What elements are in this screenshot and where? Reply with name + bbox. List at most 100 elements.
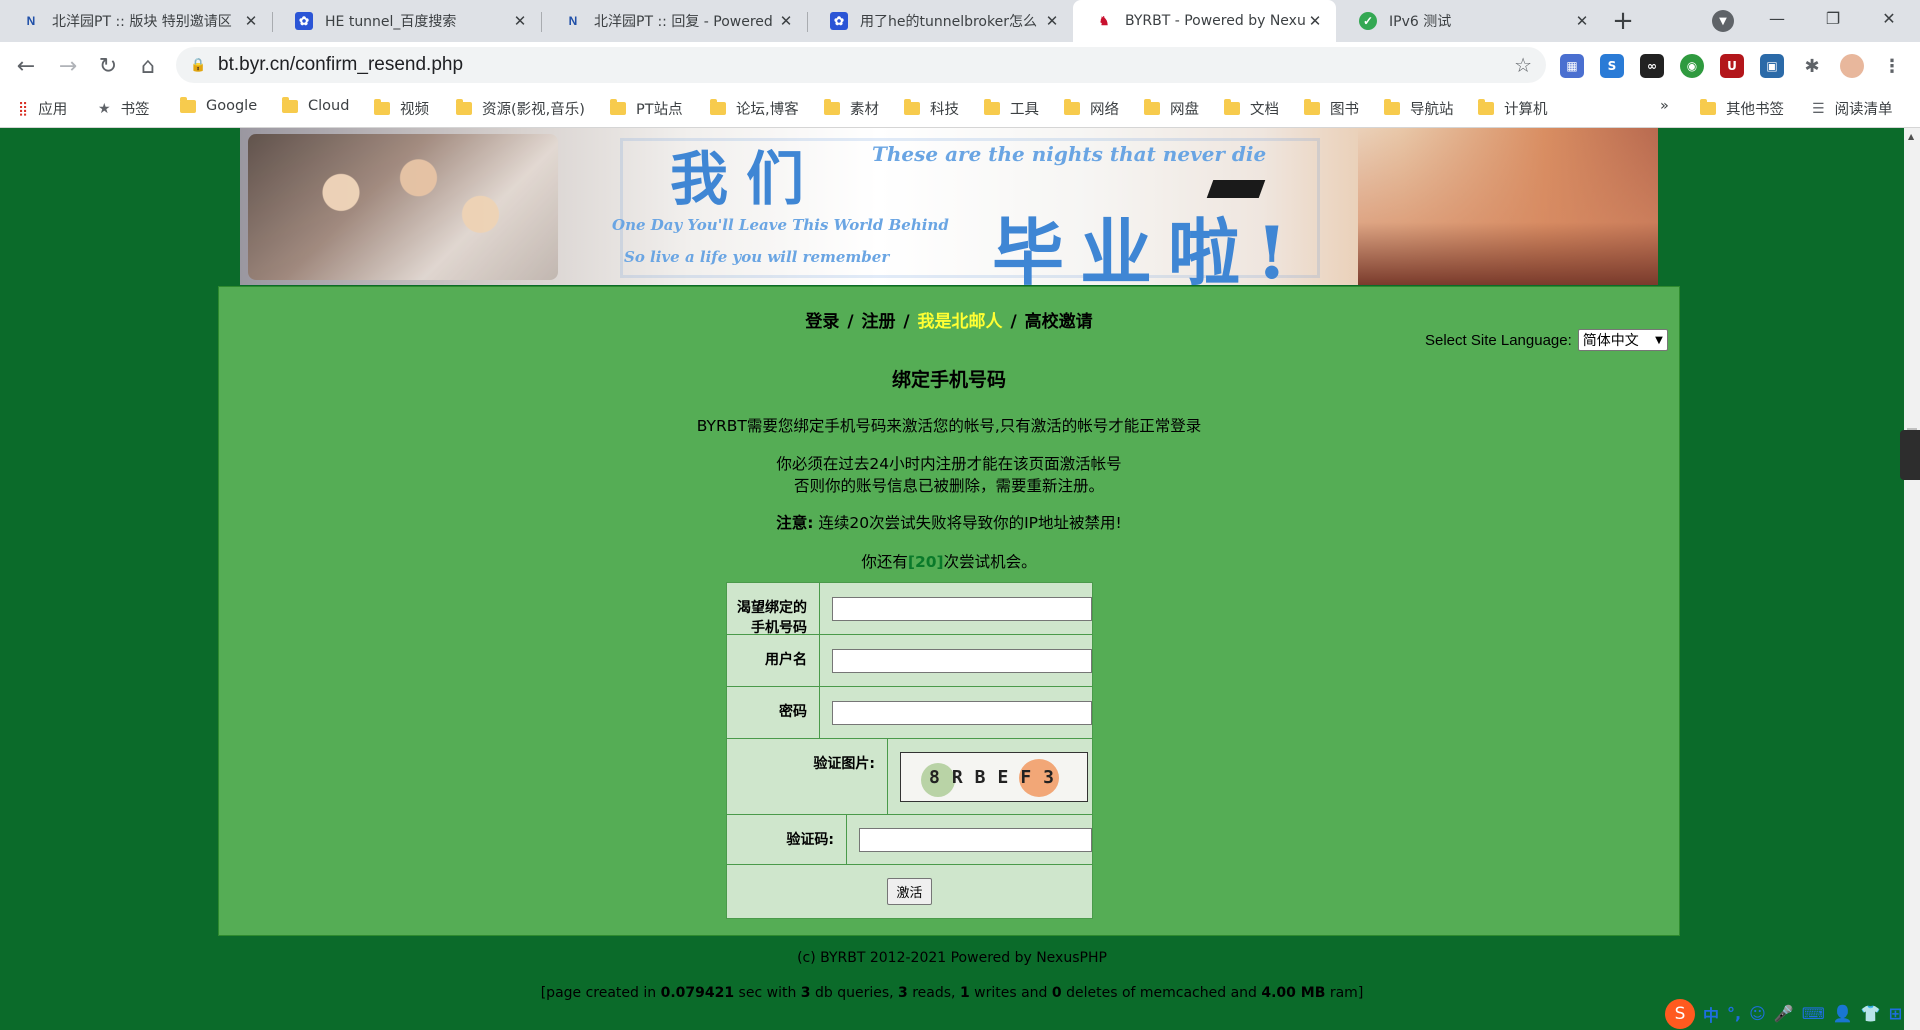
stats-text: reads, [907, 985, 960, 1001]
phone-input[interactable] [832, 596, 1092, 621]
bookmark-folder-cloud[interactable]: Cloud [282, 96, 349, 114]
back-icon[interactable]: ← [10, 50, 42, 82]
sogou-ime-logo-icon[interactable]: S [1665, 998, 1695, 1029]
activate-button[interactable]: 激活 [887, 878, 932, 905]
graduation-cap-icon [1206, 180, 1266, 198]
activation-form: 渴望绑定的手机号码 用户名 密码 验证图片: 8RBEF3 验证码: 激活 [726, 582, 1093, 919]
bookmark-label: 科技 [930, 102, 959, 118]
bookmark-label: 计算机 [1504, 102, 1548, 118]
banner-title-line2: 毕业啦! [992, 210, 1304, 285]
extension-s-icon[interactable]: S [1600, 54, 1624, 78]
restore-icon[interactable]: ❐ [1806, 0, 1860, 36]
skin-icon[interactable]: 👕 [1861, 1004, 1881, 1023]
captcha-code-label: 验证码: [727, 815, 847, 864]
bookmark-shuqian[interactable]: ★ 书签 [98, 98, 150, 119]
captcha-code-input[interactable] [859, 827, 1092, 852]
minimize-icon[interactable]: — [1750, 0, 1804, 36]
form-row-username: 用户名 [727, 635, 1092, 687]
close-tab-icon[interactable]: ✕ [777, 12, 795, 30]
intro-text: BYRBT需要您绑定手机号码来激活您的帐号,只有激活的帐号才能正常登录 [696, 417, 1202, 435]
language-selector: Select Site Language: 简体中文 ▼ [1425, 329, 1668, 351]
close-tab-icon[interactable]: ✕ [511, 12, 529, 30]
bookmark-apps[interactable]: ⣿ 应用 [18, 98, 67, 119]
keyboard-icon[interactable]: ⌨ [1802, 1004, 1825, 1023]
bookmark-folder-assets[interactable]: 素材 [824, 98, 879, 119]
bookmark-folder-resources[interactable]: 资源(影视,音乐) [456, 98, 585, 119]
folder-icon [610, 99, 626, 115]
stats-deletes: 0 [1051, 985, 1062, 1001]
home-icon[interactable]: ⌂ [132, 50, 164, 82]
bookmark-folder-nav[interactable]: 导航站 [1384, 98, 1454, 119]
scroll-up-icon[interactable]: ▲ [1908, 132, 1914, 141]
extension-glasses-icon[interactable]: ∞ [1640, 54, 1664, 78]
captcha-image-label: 验证图片: [727, 739, 888, 814]
bookmark-label: 论坛,博客 [736, 102, 799, 118]
language-selected-value: 简体中文 [1582, 333, 1639, 349]
tab-search-icon[interactable]: ▼ [1712, 10, 1734, 32]
bookmark-folder-books[interactable]: 图书 [1304, 98, 1359, 119]
byr-user-link[interactable]: 我是北邮人 [918, 312, 1003, 332]
bookmark-folder-drive[interactable]: 网盘 [1144, 98, 1199, 119]
login-link[interactable]: 登录 [805, 312, 839, 332]
stats-text: deletes of memcached and [1061, 985, 1262, 1001]
reading-list-icon: ☰ [1812, 100, 1825, 117]
browser-tab[interactable]: ✿ 用了he的tunnelbroker怎么 ✕ [808, 0, 1073, 42]
bookmark-folder-pt[interactable]: PT站点 [610, 98, 683, 119]
bookmark-folder-network[interactable]: 网络 [1064, 98, 1119, 119]
bookmark-folder-forum[interactable]: 论坛,博客 [710, 98, 799, 119]
folder-icon [824, 99, 840, 115]
password-input[interactable] [832, 700, 1092, 725]
bookmark-folder-google[interactable]: Google [180, 96, 257, 114]
stats-time: 0.079421 [660, 985, 735, 1001]
punctuation-icon[interactable]: °, [1727, 1004, 1741, 1023]
side-widget-tab[interactable] [1900, 430, 1920, 480]
close-window-icon[interactable]: ✕ [1862, 0, 1916, 36]
reading-list-button[interactable]: ☰ 阅读清单 [1812, 98, 1893, 119]
browser-tab[interactable]: N 北洋园PT :: 版块 特别邀请区 ✕ [0, 0, 272, 42]
form-row-phone: 渴望绑定的手机号码 [727, 583, 1092, 636]
register-link[interactable]: 注册 [861, 312, 895, 332]
bookmarks-overflow-button[interactable]: » [1660, 98, 1669, 114]
page-scrollbar[interactable]: ▲ [1904, 128, 1920, 1030]
bookmark-folder-tools[interactable]: 工具 [984, 98, 1039, 119]
bookmark-folder-tech[interactable]: 科技 [904, 98, 959, 119]
bookmark-folder-docs[interactable]: 文档 [1224, 98, 1279, 119]
bookmark-label: 工具 [1010, 102, 1039, 118]
emoji-icon[interactable]: ☺ [1749, 1004, 1766, 1023]
close-tab-icon[interactable]: ✕ [1306, 12, 1324, 30]
browser-tab-active[interactable]: ♞ BYRBT - Powered by Nexus ✕ [1073, 0, 1336, 42]
address-bar[interactable]: 🔒 bt.byr.cn/confirm_resend.php ☆ [176, 47, 1546, 83]
forward-icon[interactable]: → [52, 50, 84, 82]
reload-icon[interactable]: ↻ [92, 50, 124, 82]
profile-avatar[interactable] [1840, 54, 1864, 78]
baidu-paw-icon: ✿ [830, 12, 848, 30]
new-tab-button[interactable]: + [1608, 6, 1638, 36]
bookmark-label: 导航站 [1410, 102, 1454, 118]
extension-image-icon[interactable]: ▣ [1760, 54, 1784, 78]
username-label: 用户名 [727, 635, 820, 686]
extensions-puzzle-icon[interactable]: ✱ [1800, 54, 1824, 78]
browser-tab[interactable]: ✿ HE tunnel_百度搜索 ✕ [273, 0, 541, 42]
microphone-icon[interactable]: 🎤 [1774, 1004, 1794, 1023]
other-bookmarks[interactable]: 其他书签 [1700, 98, 1784, 119]
extension-grid-icon[interactable]: ▦ [1560, 54, 1584, 78]
menu-kebab-icon[interactable]: ⋮ [1880, 54, 1904, 78]
bookmark-star-icon[interactable]: ☆ [1514, 53, 1532, 77]
school-invite-link[interactable]: 高校邀请 [1025, 312, 1093, 332]
extension-ublock-icon[interactable]: U [1720, 54, 1744, 78]
bookmark-folder-computer[interactable]: 计算机 [1478, 98, 1548, 119]
username-input[interactable] [832, 648, 1092, 673]
ime-mode-toggle[interactable]: 中 [1703, 1002, 1719, 1026]
browser-tab[interactable]: N 北洋园PT :: 回复 - Powered ✕ [542, 0, 807, 42]
folder-icon [456, 99, 472, 115]
browser-tab[interactable]: ✓ IPv6 测试 ✕ [1337, 0, 1603, 42]
close-tab-icon[interactable]: ✕ [242, 12, 260, 30]
grid-menu-icon[interactable]: ⊞ [1889, 1004, 1902, 1023]
nexus-favicon-icon: N [568, 14, 578, 28]
user-icon[interactable]: 👤 [1833, 1004, 1853, 1023]
close-tab-icon[interactable]: ✕ [1043, 12, 1061, 30]
language-select[interactable]: 简体中文 ▼ [1577, 329, 1668, 351]
close-tab-icon[interactable]: ✕ [1573, 12, 1591, 30]
bookmark-folder-video[interactable]: 视频 [374, 98, 429, 119]
extension-globe-icon[interactable]: ◉ [1680, 54, 1704, 78]
